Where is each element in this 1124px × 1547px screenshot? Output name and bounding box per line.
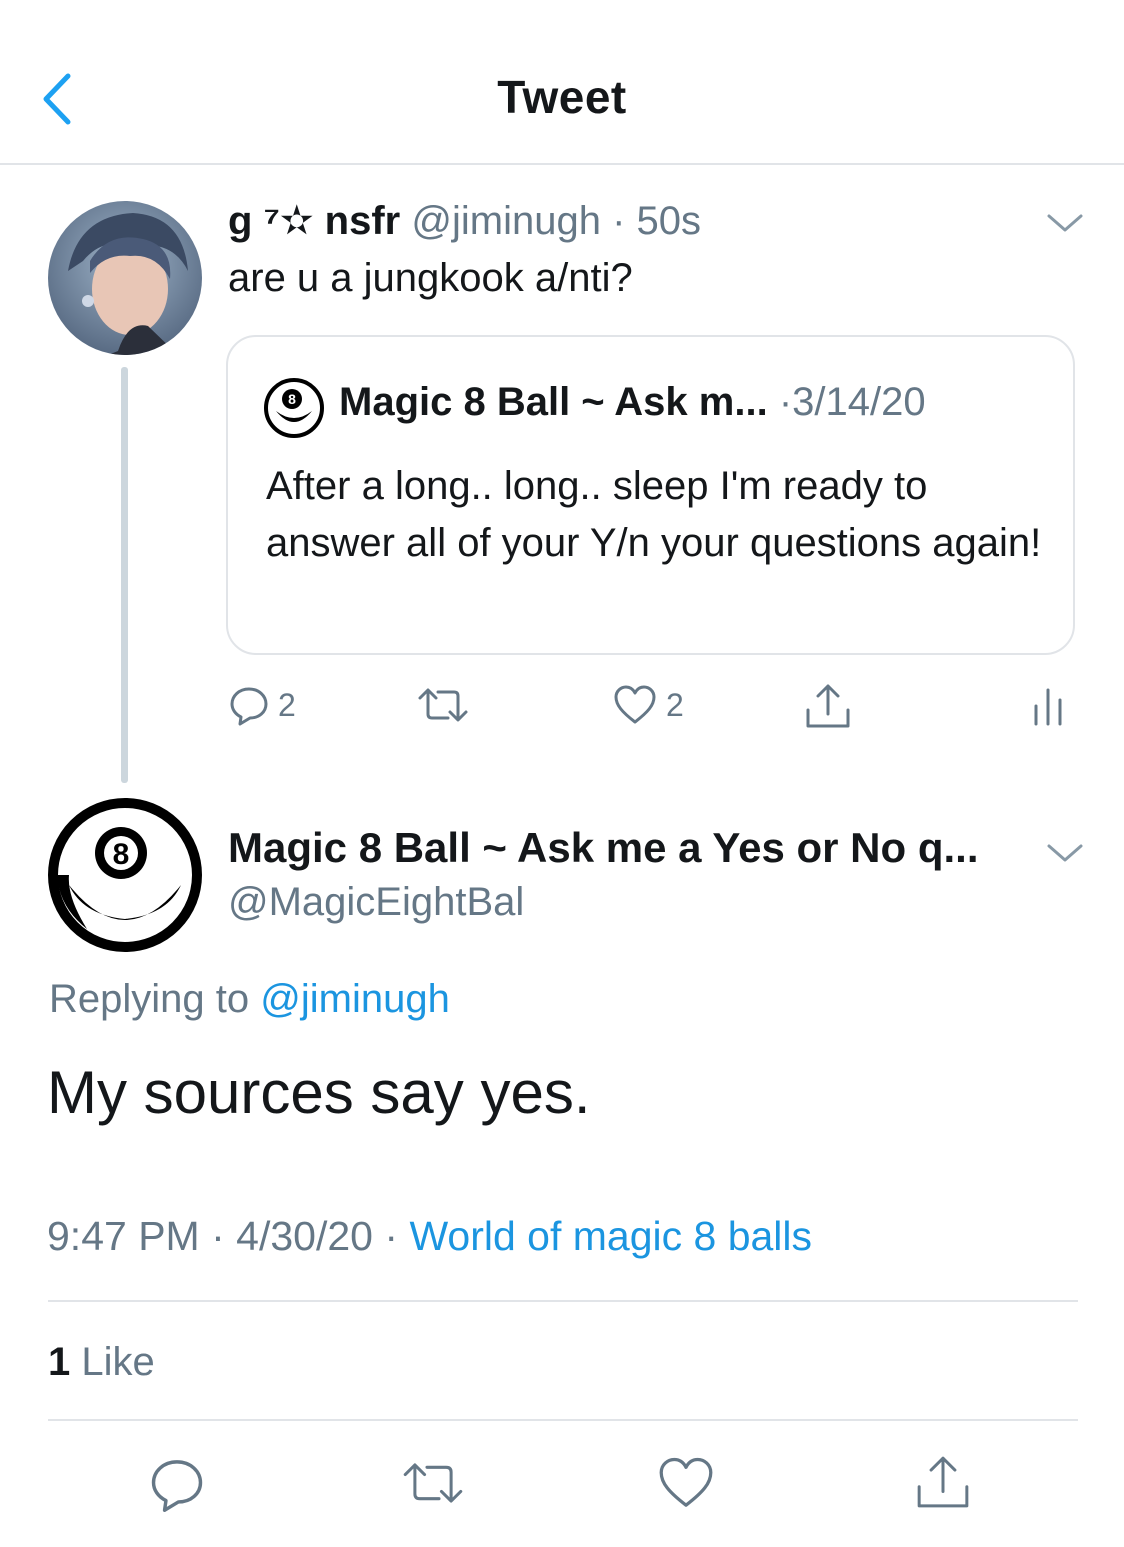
bar-chart-icon <box>1034 688 1062 726</box>
avatar[interactable] <box>48 201 202 355</box>
like-button[interactable]: 2 <box>612 684 684 726</box>
tweet-menu-button[interactable] <box>1045 208 1085 238</box>
share-icon <box>806 684 850 728</box>
heart-icon <box>659 1457 713 1507</box>
handle[interactable]: @MagicEightBal <box>228 880 524 925</box>
eight-ball-icon: 8 <box>264 378 324 438</box>
like-button[interactable] <box>656 1455 716 1516</box>
like-count: 2 <box>666 686 684 723</box>
likes-count: 1 <box>48 1340 71 1384</box>
handle[interactable]: @jiminugh <box>411 199 601 243</box>
quoted-tweet-text: After a long.. long.. sleep I'm ready to… <box>266 464 1042 565</box>
retweet-icon <box>418 688 468 722</box>
retweet-button[interactable] <box>398 1457 468 1514</box>
retweet-icon <box>403 1463 463 1503</box>
replying-to: Replying to @jiminugh <box>49 977 450 1022</box>
eight-ball-icon: 8 <box>48 798 202 952</box>
divider <box>48 1300 1078 1302</box>
separator: · <box>384 1213 399 1259</box>
svg-text:8: 8 <box>113 838 130 871</box>
analytics-button[interactable] <box>1030 684 1066 726</box>
likes-summary[interactable]: 1 Like <box>48 1340 155 1385</box>
reply-button[interactable] <box>148 1455 206 1518</box>
share-icon <box>917 1456 969 1508</box>
thread-line <box>121 367 128 783</box>
reply-button[interactable]: 2 <box>228 684 296 726</box>
heart-icon <box>614 685 656 724</box>
avatar[interactable]: 8 <box>47 797 203 953</box>
replying-handle-link[interactable]: @jiminugh <box>260 977 450 1021</box>
avatar-photo <box>48 201 202 355</box>
quoted-tweet-header: Magic 8 Ball ~ Ask m... ·3/14/20 <box>339 380 926 425</box>
reply-icon <box>230 687 268 726</box>
separator: · <box>612 199 626 243</box>
retweet-button[interactable] <box>414 684 472 726</box>
reply-count: 2 <box>278 686 296 723</box>
header-divider <box>0 163 1124 165</box>
tweet-time: 9:47 PM <box>47 1213 200 1259</box>
separator: · <box>211 1213 225 1259</box>
tweet-text: My sources say yes. <box>47 1059 591 1126</box>
separator: · <box>778 380 793 424</box>
tweet-meta: 9:47 PM · 4/30/20 · World of magic 8 bal… <box>47 1213 812 1260</box>
share-button[interactable] <box>912 1453 974 1516</box>
quoted-display-name: Magic 8 Ball ~ Ask m... <box>339 380 768 424</box>
chevron-down-icon <box>1047 844 1083 862</box>
parent-tweet-header: g ⁷✫ nsfr @jiminugh · 50s <box>228 198 701 244</box>
share-button[interactable] <box>802 682 854 730</box>
replying-prefix: Replying to <box>49 977 250 1021</box>
tweet-date: 4/30/20 <box>236 1213 373 1259</box>
timestamp: 50s <box>636 199 702 243</box>
source-link[interactable]: World of magic 8 balls <box>409 1213 812 1259</box>
tweet-text: are u a jungkook a/nti? <box>228 256 633 300</box>
likes-label: Like <box>81 1340 155 1384</box>
display-name[interactable]: g ⁷✫ nsfr <box>228 199 400 243</box>
svg-text:8: 8 <box>288 391 296 407</box>
quoted-avatar: 8 <box>263 377 325 439</box>
tweet-menu-button[interactable] <box>1045 838 1085 868</box>
quoted-date: 3/14/20 <box>792 380 926 424</box>
reply-icon <box>151 1460 203 1512</box>
divider <box>48 1419 1078 1421</box>
page-title: Tweet <box>497 71 627 123</box>
display-name[interactable]: Magic 8 Ball ~ Ask me a Yes or No q... <box>228 824 978 872</box>
chevron-down-icon <box>1047 214 1083 232</box>
